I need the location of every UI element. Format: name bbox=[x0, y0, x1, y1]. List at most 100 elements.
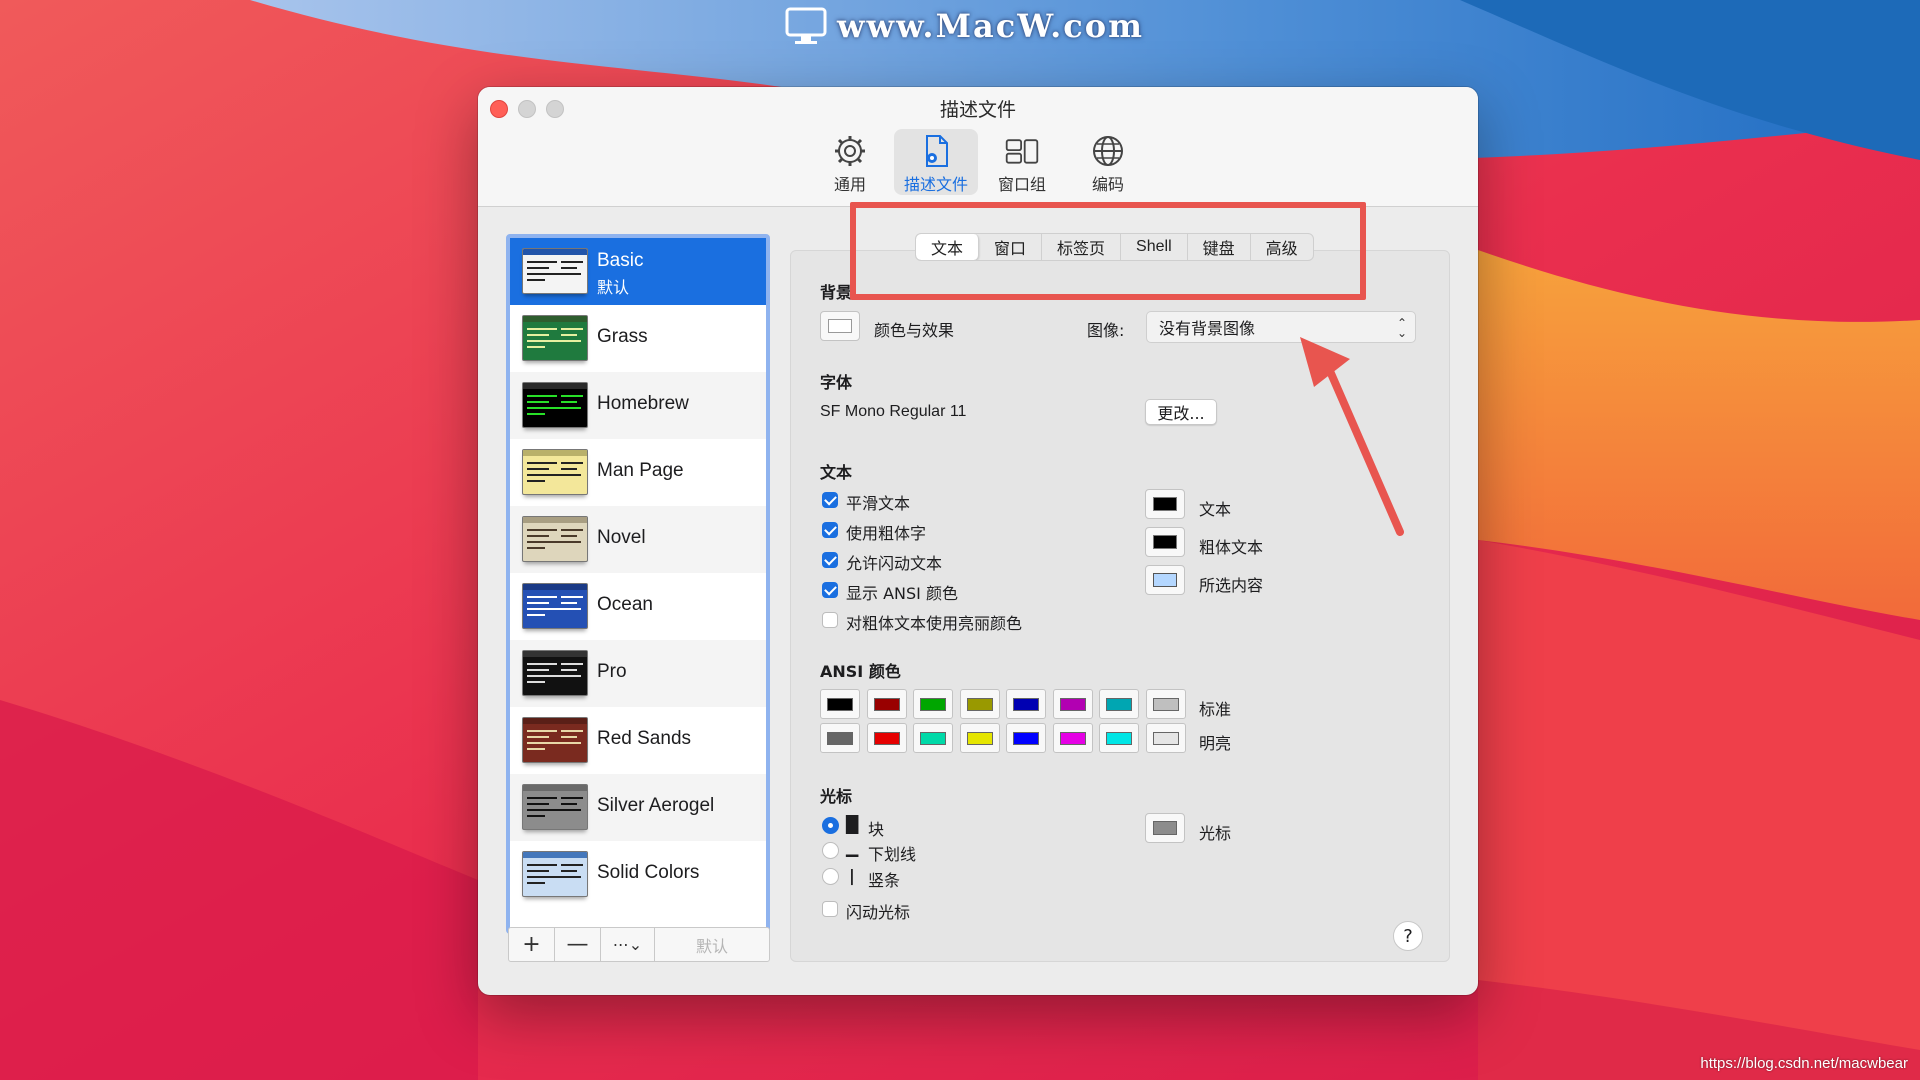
tab-keyboard[interactable]: 键盘 bbox=[1188, 234, 1251, 260]
image-label: 图像: bbox=[1087, 321, 1125, 340]
thumbnail-text-line bbox=[561, 864, 583, 866]
tab-shell[interactable]: Shell bbox=[1121, 234, 1188, 260]
toolbar-window-groups[interactable]: 窗口组 bbox=[980, 129, 1064, 195]
font-value: SF Mono Regular 11 bbox=[820, 403, 967, 420]
background-color-button[interactable] bbox=[820, 311, 860, 341]
thumbnail-text-line bbox=[561, 462, 583, 464]
profile-item-ocean[interactable]: Ocean bbox=[510, 573, 766, 640]
profile-item-grass[interactable]: Grass bbox=[510, 305, 766, 372]
bold-fonts-checkbox[interactable] bbox=[822, 522, 838, 538]
profile-thumbnail bbox=[522, 315, 588, 361]
thumbnail-text-line bbox=[561, 334, 577, 336]
bold-text-color-button[interactable] bbox=[1145, 527, 1185, 557]
ansi-color-well[interactable] bbox=[913, 723, 953, 753]
change-font-button[interactable]: 更改... bbox=[1145, 399, 1217, 425]
blinking-text-checkbox[interactable] bbox=[822, 552, 838, 568]
toolbar-profiles[interactable]: 描述文件 bbox=[894, 129, 978, 195]
thumbnail-text-line bbox=[527, 876, 561, 878]
profile-item-silver-aerogel[interactable]: Silver Aerogel bbox=[510, 774, 766, 841]
ansi-color-well[interactable] bbox=[1006, 689, 1046, 719]
ansi-color-well[interactable] bbox=[866, 689, 907, 719]
cursor-heading: 光标 bbox=[820, 787, 853, 806]
profile-thumbnail bbox=[522, 449, 588, 495]
thumbnail-titlebar bbox=[523, 383, 587, 389]
thumbnail-text-line bbox=[561, 273, 581, 275]
thumbnail-text-line bbox=[527, 736, 549, 738]
watermark-top-text: www.MacW.com bbox=[837, 7, 1144, 45]
ansi-color-well[interactable] bbox=[1052, 723, 1093, 753]
titlebar: 描述文件 通用 描述文件 窗口组 编码 bbox=[478, 87, 1478, 207]
ansi-color-well[interactable] bbox=[913, 689, 953, 719]
set-default-button[interactable]: 默认 bbox=[655, 928, 769, 961]
background-heading: 背景 bbox=[820, 283, 853, 302]
thumbnail-text-line bbox=[527, 261, 557, 263]
tab-tab[interactable]: 标签页 bbox=[1042, 234, 1122, 260]
thumbnail-text-line bbox=[527, 730, 557, 732]
ansi-color-swatch bbox=[1059, 732, 1086, 745]
smooth-text-checkbox[interactable] bbox=[822, 492, 838, 508]
profile-list[interactable]: Basic 默认 Grass Homebrew Man Page Novel O… bbox=[506, 234, 770, 934]
help-button[interactable]: ? bbox=[1393, 921, 1423, 951]
ansi-color-well[interactable] bbox=[866, 723, 907, 753]
ansi-color-well[interactable] bbox=[820, 723, 860, 753]
thumbnail-text-line bbox=[527, 870, 549, 872]
thumbnail-text-line bbox=[561, 669, 577, 671]
ansi-color-well[interactable] bbox=[1145, 723, 1186, 753]
thumbnail-text-line bbox=[527, 663, 557, 665]
add-profile-button[interactable]: + bbox=[509, 928, 555, 961]
cursor-color-button[interactable] bbox=[1145, 813, 1185, 843]
selection-color-swatch bbox=[1153, 573, 1177, 587]
profile-name: Novel bbox=[597, 527, 646, 548]
remove-profile-button[interactable]: — bbox=[555, 928, 601, 961]
selection-color-button[interactable] bbox=[1145, 565, 1185, 595]
cursor-block-glyph: █ bbox=[846, 815, 859, 834]
ansi-color-well[interactable] bbox=[1145, 689, 1186, 719]
thumbnail-text-line bbox=[527, 809, 561, 811]
tab-advanced[interactable]: 高级 bbox=[1251, 234, 1313, 260]
thumbnail-text-line bbox=[561, 608, 581, 610]
profile-item-man-page[interactable]: Man Page bbox=[510, 439, 766, 506]
ansi-color-well[interactable] bbox=[1099, 723, 1139, 753]
ansi-color-well[interactable] bbox=[959, 689, 1000, 719]
ansi-color-swatch bbox=[1013, 732, 1039, 745]
cursor-block-radio[interactable] bbox=[822, 817, 839, 834]
cursor-bar-radio[interactable] bbox=[822, 868, 839, 885]
profile-thumbnail bbox=[522, 583, 588, 629]
ansi-colors-checkbox[interactable] bbox=[822, 582, 838, 598]
profile-item-red-sands[interactable]: Red Sands bbox=[510, 707, 766, 774]
window-title: 描述文件 bbox=[939, 99, 1016, 121]
profile-name: Pro bbox=[597, 661, 627, 682]
profile-item-homebrew[interactable]: Homebrew bbox=[510, 372, 766, 439]
profile-item-novel[interactable]: Novel bbox=[510, 506, 766, 573]
ansi-color-well[interactable] bbox=[820, 689, 860, 719]
ansi-color-swatch bbox=[1013, 698, 1039, 711]
thumbnail-text-line bbox=[561, 730, 583, 732]
thumbnail-titlebar bbox=[523, 517, 587, 523]
thumbnail-text-line bbox=[527, 474, 561, 476]
blink-cursor-checkbox[interactable] bbox=[822, 901, 838, 917]
profile-name: Grass bbox=[597, 326, 648, 347]
thumbnail-text-line bbox=[561, 803, 577, 805]
ansi-color-swatch bbox=[920, 732, 946, 745]
thumbnail-text-line bbox=[561, 474, 581, 476]
cursor-underline-radio[interactable] bbox=[822, 842, 839, 859]
ansi-color-well[interactable] bbox=[1052, 689, 1093, 719]
ansi-color-swatch bbox=[1152, 732, 1179, 745]
thumbnail-text-line bbox=[527, 340, 561, 342]
profile-item-solid-colors[interactable]: Solid Colors bbox=[510, 841, 766, 908]
toolbar-general[interactable]: 通用 bbox=[808, 129, 892, 195]
bright-bold-checkbox[interactable] bbox=[822, 612, 838, 628]
background-image-select[interactable]: 没有背景图像 ⌃ ⌄ bbox=[1146, 311, 1416, 343]
ansi-color-well[interactable] bbox=[959, 723, 1000, 753]
toolbar-encodings[interactable]: 编码 bbox=[1066, 129, 1150, 195]
profile-item-basic[interactable]: Basic 默认 bbox=[510, 238, 766, 305]
thumbnail-text-line bbox=[527, 675, 561, 677]
blink-cursor-label: 闪动光标 bbox=[846, 903, 911, 922]
tab-window[interactable]: 窗口 bbox=[979, 234, 1043, 260]
profile-item-pro[interactable]: Pro bbox=[510, 640, 766, 707]
ansi-color-well[interactable] bbox=[1099, 689, 1139, 719]
ansi-color-well[interactable] bbox=[1006, 723, 1046, 753]
tab-text[interactable]: 文本 bbox=[916, 234, 980, 260]
text-color-button[interactable] bbox=[1145, 489, 1185, 519]
more-actions-button[interactable]: ⋯⌄ bbox=[601, 928, 655, 961]
